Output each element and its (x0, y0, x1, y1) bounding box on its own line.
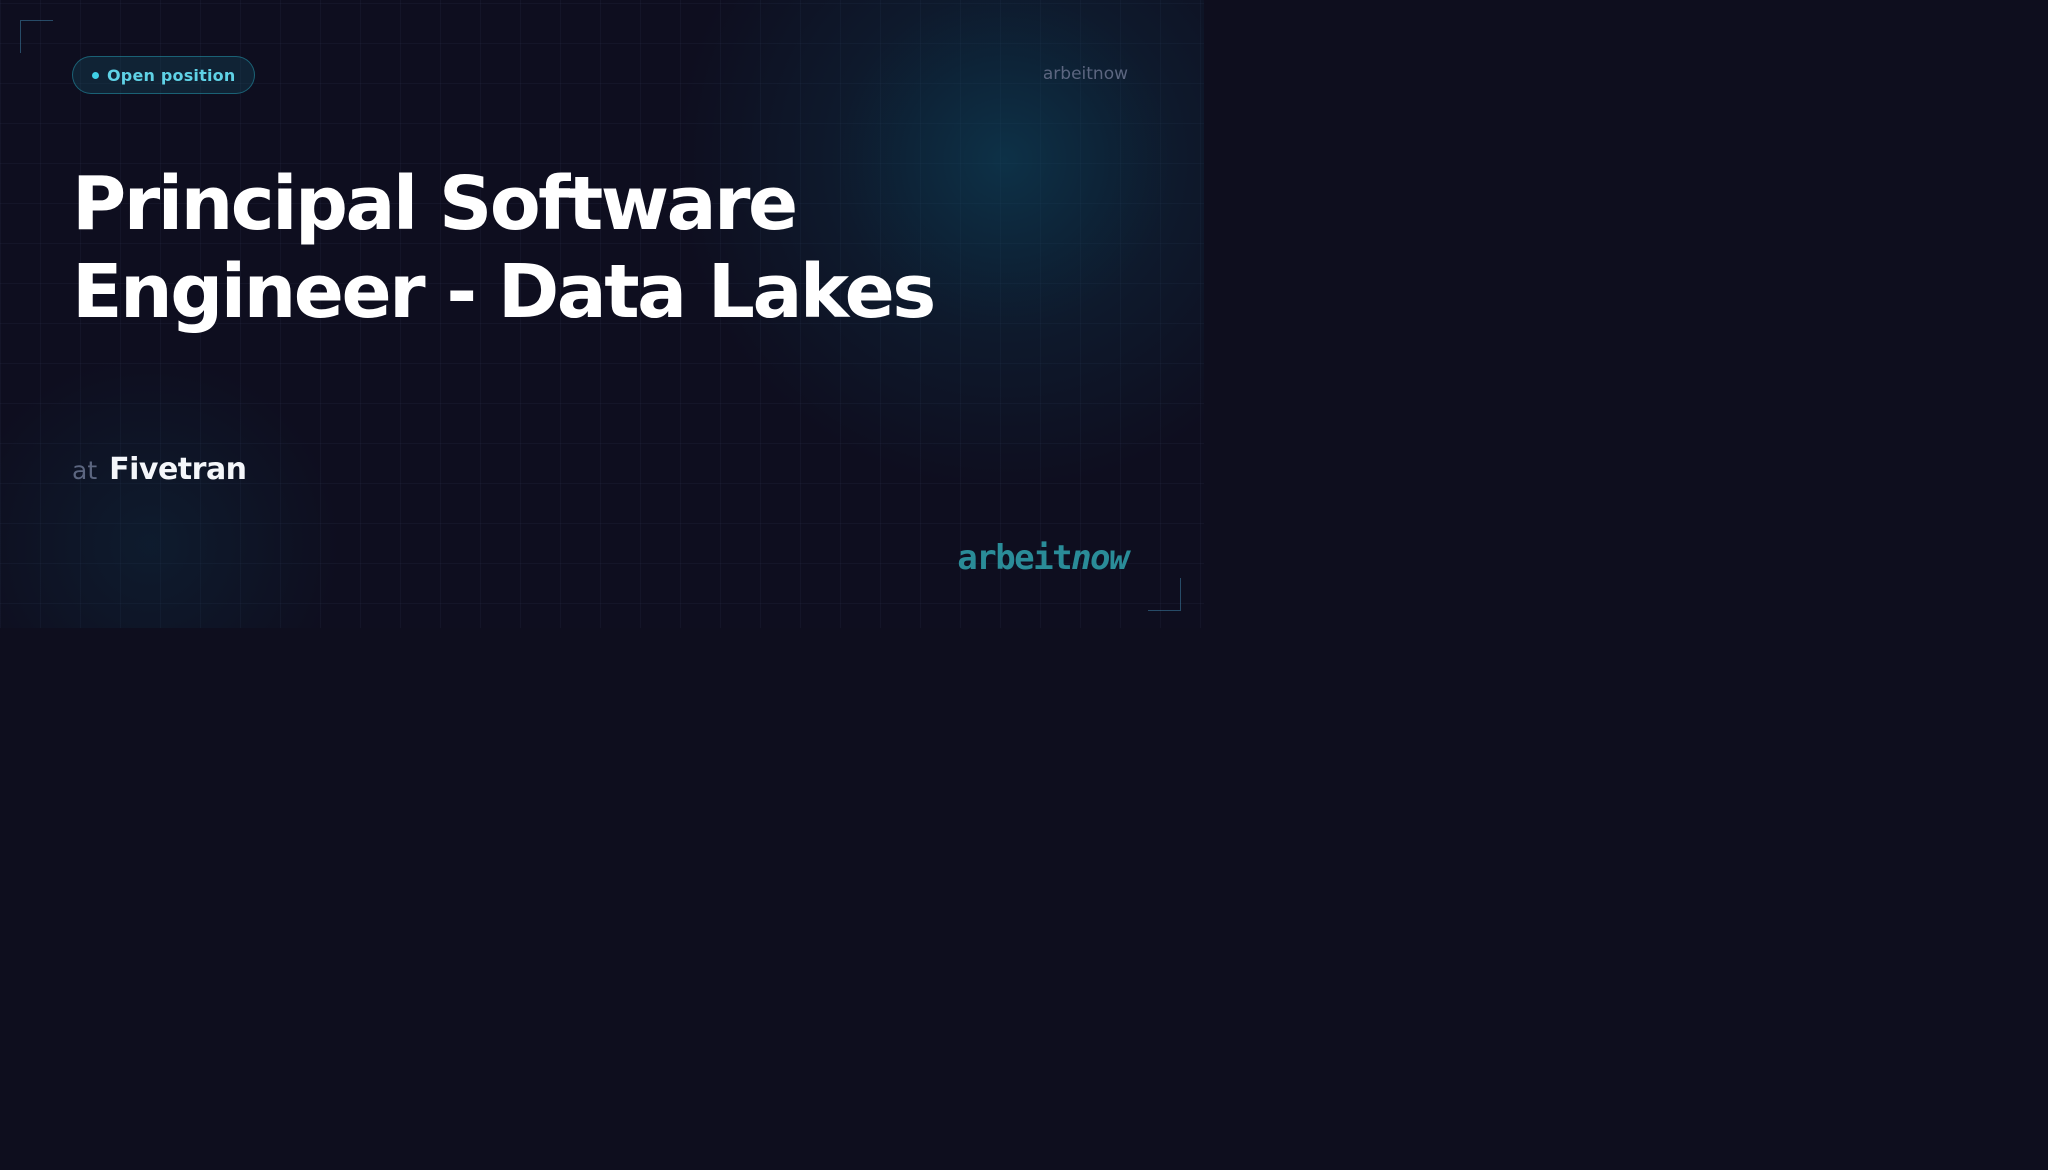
job-card: Open position arbeitnow Principal Softwa… (0, 0, 1204, 628)
job-title: Principal Software Engineer - Data Lakes (72, 161, 936, 335)
corner-accent-bottom-right (1148, 578, 1181, 611)
open-position-badge: Open position (72, 56, 256, 94)
status-dot-icon (92, 71, 99, 79)
brand-logo: arbeitnow (900, 538, 1129, 578)
brand-name-top: arbeitnow (1042, 64, 1128, 84)
at-label: at (72, 456, 98, 485)
brand-logo-part-2: now (1071, 538, 1129, 578)
badge-label: Open position (107, 65, 236, 85)
brand-logo-part-1: arbeit (957, 538, 1072, 578)
company-line: at Fivetran (72, 452, 247, 487)
page: Open position arbeitnow Principal Softwa… (0, 0, 2048, 1170)
company-name: Fivetran (109, 452, 247, 487)
corner-accent-top-left (20, 20, 53, 53)
